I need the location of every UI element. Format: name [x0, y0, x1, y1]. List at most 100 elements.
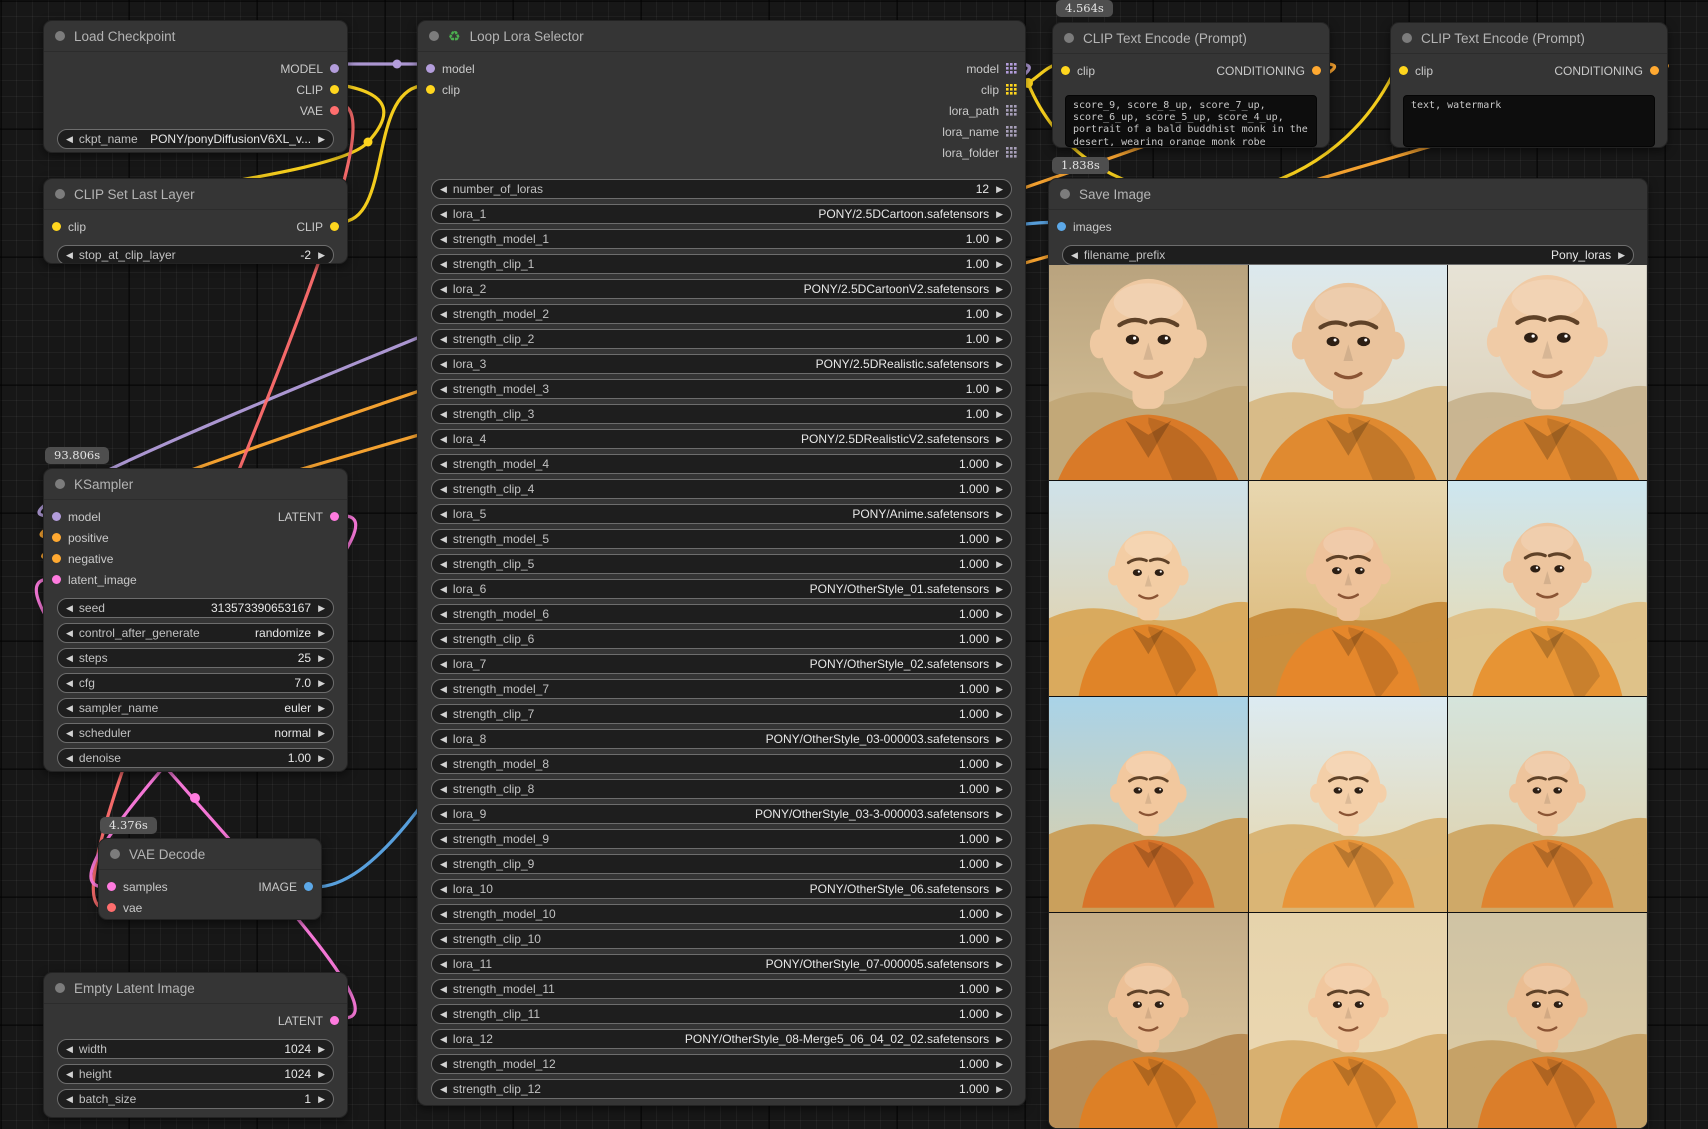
decrement-arrow-icon[interactable]: ◀ — [440, 560, 447, 569]
increment-arrow-icon[interactable]: ▶ — [996, 585, 1003, 594]
widget-number_of_loras[interactable]: ◀number_of_loras12▶ — [431, 179, 1012, 199]
widget-strength_model_11[interactable]: ◀strength_model_111.000▶ — [431, 979, 1012, 999]
increment-arrow-icon[interactable]: ▶ — [996, 485, 1003, 494]
decrement-arrow-icon[interactable]: ◀ — [440, 185, 447, 194]
widget-strength_model_5[interactable]: ◀strength_model_51.000▶ — [431, 529, 1012, 549]
increment-arrow-icon[interactable]: ▶ — [996, 535, 1003, 544]
widget-cfg[interactable]: ◀cfg7.0▶ — [57, 673, 334, 693]
increment-arrow-icon[interactable]: ▶ — [996, 1035, 1003, 1044]
output-slot-CLIP-dot[interactable] — [330, 222, 339, 231]
widget-strength_clip_11[interactable]: ◀strength_clip_111.000▶ — [431, 1004, 1012, 1024]
decrement-arrow-icon[interactable]: ◀ — [440, 960, 447, 969]
decrement-arrow-icon[interactable]: ◀ — [440, 385, 447, 394]
widget-lora_3[interactable]: ◀lora_3PONY/2.5DRealistic.safetensors▶ — [431, 354, 1012, 374]
input-slot-clip-dot[interactable] — [1061, 66, 1070, 75]
list-output-grid-icon[interactable] — [1006, 63, 1017, 74]
widget-strength_clip_4[interactable]: ◀strength_clip_41.000▶ — [431, 479, 1012, 499]
widget-width[interactable]: ◀width1024▶ — [57, 1039, 334, 1059]
decrement-arrow-icon[interactable]: ◀ — [66, 629, 73, 638]
increment-arrow-icon[interactable]: ▶ — [1618, 251, 1625, 260]
decrement-arrow-icon[interactable]: ◀ — [440, 635, 447, 644]
widget-strength_clip_10[interactable]: ◀strength_clip_101.000▶ — [431, 929, 1012, 949]
increment-arrow-icon[interactable]: ▶ — [996, 685, 1003, 694]
input-slot-images-dot[interactable] — [1057, 222, 1066, 231]
decrement-arrow-icon[interactable]: ◀ — [440, 535, 447, 544]
decrement-arrow-icon[interactable]: ◀ — [440, 660, 447, 669]
widget-strength_clip_8[interactable]: ◀strength_clip_81.000▶ — [431, 779, 1012, 799]
widget-lora_1[interactable]: ◀lora_1PONY/2.5DCartoon.safetensors▶ — [431, 204, 1012, 224]
list-output-grid-icon[interactable] — [1006, 126, 1017, 137]
widget-strength_clip_6[interactable]: ◀strength_clip_61.000▶ — [431, 629, 1012, 649]
widget-lora_5[interactable]: ◀lora_5PONY/Anime.safetensors▶ — [431, 504, 1012, 524]
decrement-arrow-icon[interactable]: ◀ — [440, 760, 447, 769]
input-slot-vae-dot[interactable] — [107, 903, 116, 912]
widget-strength_model_12[interactable]: ◀strength_model_121.000▶ — [431, 1054, 1012, 1074]
increment-arrow-icon[interactable]: ▶ — [996, 410, 1003, 419]
widget-strength_clip_7[interactable]: ◀strength_clip_71.000▶ — [431, 704, 1012, 724]
widget-batch_size[interactable]: ◀batch_size1▶ — [57, 1089, 334, 1109]
widget-height[interactable]: ◀height1024▶ — [57, 1064, 334, 1084]
output-slot-LATENT-dot[interactable] — [330, 1016, 339, 1025]
node-clip-text-encode-positive[interactable]: CLIP Text Encode (Prompt)clipCONDITIONIN… — [1052, 22, 1330, 148]
wire-reroute-dot[interactable] — [364, 138, 373, 147]
output-slot-CONDITIONING-dot[interactable] — [1650, 66, 1659, 75]
widget-lora_8[interactable]: ◀lora_8PONY/OtherStyle_03-000003.safeten… — [431, 729, 1012, 749]
decrement-arrow-icon[interactable]: ◀ — [440, 285, 447, 294]
decrement-arrow-icon[interactable]: ◀ — [66, 704, 73, 713]
decrement-arrow-icon[interactable]: ◀ — [66, 754, 73, 763]
decrement-arrow-icon[interactable]: ◀ — [66, 729, 73, 738]
widget-strength_clip_5[interactable]: ◀strength_clip_51.000▶ — [431, 554, 1012, 574]
widget-strength_clip_1[interactable]: ◀strength_clip_11.00▶ — [431, 254, 1012, 274]
decrement-arrow-icon[interactable]: ◀ — [1071, 251, 1078, 260]
widget-lora_7[interactable]: ◀lora_7PONY/OtherStyle_02.safetensors▶ — [431, 654, 1012, 674]
node-clip-text-encode-negative[interactable]: CLIP Text Encode (Prompt)clipCONDITIONIN… — [1390, 22, 1668, 148]
widget-sampler_name[interactable]: ◀sampler_nameeuler▶ — [57, 698, 334, 718]
decrement-arrow-icon[interactable]: ◀ — [440, 335, 447, 344]
increment-arrow-icon[interactable]: ▶ — [996, 910, 1003, 919]
decrement-arrow-icon[interactable]: ◀ — [440, 935, 447, 944]
decrement-arrow-icon[interactable]: ◀ — [440, 810, 447, 819]
node-vae-decode[interactable]: VAE DecodesamplesIMAGEvae — [98, 838, 322, 920]
decrement-arrow-icon[interactable]: ◀ — [440, 985, 447, 994]
increment-arrow-icon[interactable]: ▶ — [996, 210, 1003, 219]
widget-strength_model_8[interactable]: ◀strength_model_81.000▶ — [431, 754, 1012, 774]
increment-arrow-icon[interactable]: ▶ — [996, 1060, 1003, 1069]
increment-arrow-icon[interactable]: ▶ — [996, 710, 1003, 719]
output-slot-CONDITIONING-dot[interactable] — [1312, 66, 1321, 75]
output-slot-CLIP-dot[interactable] — [330, 85, 339, 94]
decrement-arrow-icon[interactable]: ◀ — [440, 1010, 447, 1019]
widget-strength_model_7[interactable]: ◀strength_model_71.000▶ — [431, 679, 1012, 699]
increment-arrow-icon[interactable]: ▶ — [318, 1045, 325, 1054]
decrement-arrow-icon[interactable]: ◀ — [440, 585, 447, 594]
widget-ckpt_name[interactable]: ◀ckpt_namePONY/ponyDiffusionV6XL_v...▶ — [57, 129, 334, 149]
input-slot-negative-dot[interactable] — [52, 554, 61, 563]
increment-arrow-icon[interactable]: ▶ — [996, 610, 1003, 619]
increment-arrow-icon[interactable]: ▶ — [996, 435, 1003, 444]
decrement-arrow-icon[interactable]: ◀ — [440, 435, 447, 444]
node-ksampler[interactable]: KSamplermodelLATENTpositivenegativelaten… — [43, 468, 348, 772]
decrement-arrow-icon[interactable]: ◀ — [440, 360, 447, 369]
increment-arrow-icon[interactable]: ▶ — [996, 260, 1003, 269]
widget-strength_model_9[interactable]: ◀strength_model_91.000▶ — [431, 829, 1012, 849]
decrement-arrow-icon[interactable]: ◀ — [440, 485, 447, 494]
increment-arrow-icon[interactable]: ▶ — [996, 460, 1003, 469]
decrement-arrow-icon[interactable]: ◀ — [66, 251, 73, 260]
decrement-arrow-icon[interactable]: ◀ — [66, 679, 73, 688]
node-load-checkpoint[interactable]: Load CheckpointMODELCLIPVAE◀ckpt_namePON… — [43, 20, 348, 153]
decrement-arrow-icon[interactable]: ◀ — [440, 410, 447, 419]
widget-control_after_generate[interactable]: ◀control_after_generaterandomize▶ — [57, 623, 334, 643]
widget-strength_model_3[interactable]: ◀strength_model_31.00▶ — [431, 379, 1012, 399]
increment-arrow-icon[interactable]: ▶ — [318, 604, 325, 613]
decrement-arrow-icon[interactable]: ◀ — [440, 785, 447, 794]
increment-arrow-icon[interactable]: ▶ — [318, 1095, 325, 1104]
prompt-textarea[interactable]: text, watermark — [1403, 95, 1655, 147]
increment-arrow-icon[interactable]: ▶ — [318, 629, 325, 638]
decrement-arrow-icon[interactable]: ◀ — [66, 1070, 73, 1079]
decrement-arrow-icon[interactable]: ◀ — [440, 885, 447, 894]
increment-arrow-icon[interactable]: ▶ — [996, 635, 1003, 644]
output-slot-LATENT-dot[interactable] — [330, 512, 339, 521]
widget-seed[interactable]: ◀seed313573390653167▶ — [57, 598, 334, 618]
increment-arrow-icon[interactable]: ▶ — [318, 654, 325, 663]
decrement-arrow-icon[interactable]: ◀ — [440, 1085, 447, 1094]
list-output-grid-icon[interactable] — [1006, 147, 1017, 158]
